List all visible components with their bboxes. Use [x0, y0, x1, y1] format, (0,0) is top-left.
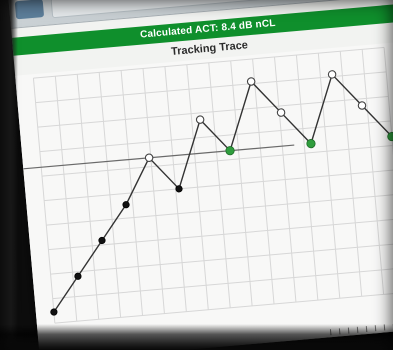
data-point-black [175, 185, 183, 193]
data-point-open [357, 101, 367, 110]
series-line [53, 73, 393, 313]
toolbar-tab[interactable] [14, 0, 45, 20]
data-point-open [195, 115, 205, 124]
tracking-trace-chart [15, 41, 393, 350]
reference-line [23, 144, 295, 170]
grid-line-horizontal [46, 193, 393, 226]
data-point-open [246, 77, 256, 86]
grid-line-horizontal [39, 120, 391, 153]
grid-line-horizontal [37, 95, 389, 128]
data-point-black [50, 308, 58, 316]
grid-line-horizontal [52, 267, 393, 300]
data-point-black [122, 201, 130, 209]
data-point-open [144, 153, 154, 163]
grid-line-horizontal [41, 144, 393, 177]
data-point-green [225, 146, 235, 156]
left-shadow [0, 0, 18, 350]
data-point-open [276, 108, 286, 117]
grid-line-horizontal [54, 291, 393, 324]
bottom-shadow [0, 324, 393, 350]
grid-line-horizontal [48, 218, 393, 251]
grid-line-horizontal [50, 242, 393, 275]
data-point-black [98, 236, 106, 245]
tracking-trace-svg [23, 46, 393, 336]
toolbar-field[interactable] [50, 0, 264, 19]
data-point-green [306, 139, 316, 149]
device-screen: ◂ ▸ Calculated ACT: 8.4 dB nCL Tracking … [8, 0, 393, 350]
camera-frame: ◂ ▸ Calculated ACT: 8.4 dB nCL Tracking … [0, 0, 393, 350]
data-point-black [74, 272, 82, 280]
data-point-open [327, 70, 337, 79]
